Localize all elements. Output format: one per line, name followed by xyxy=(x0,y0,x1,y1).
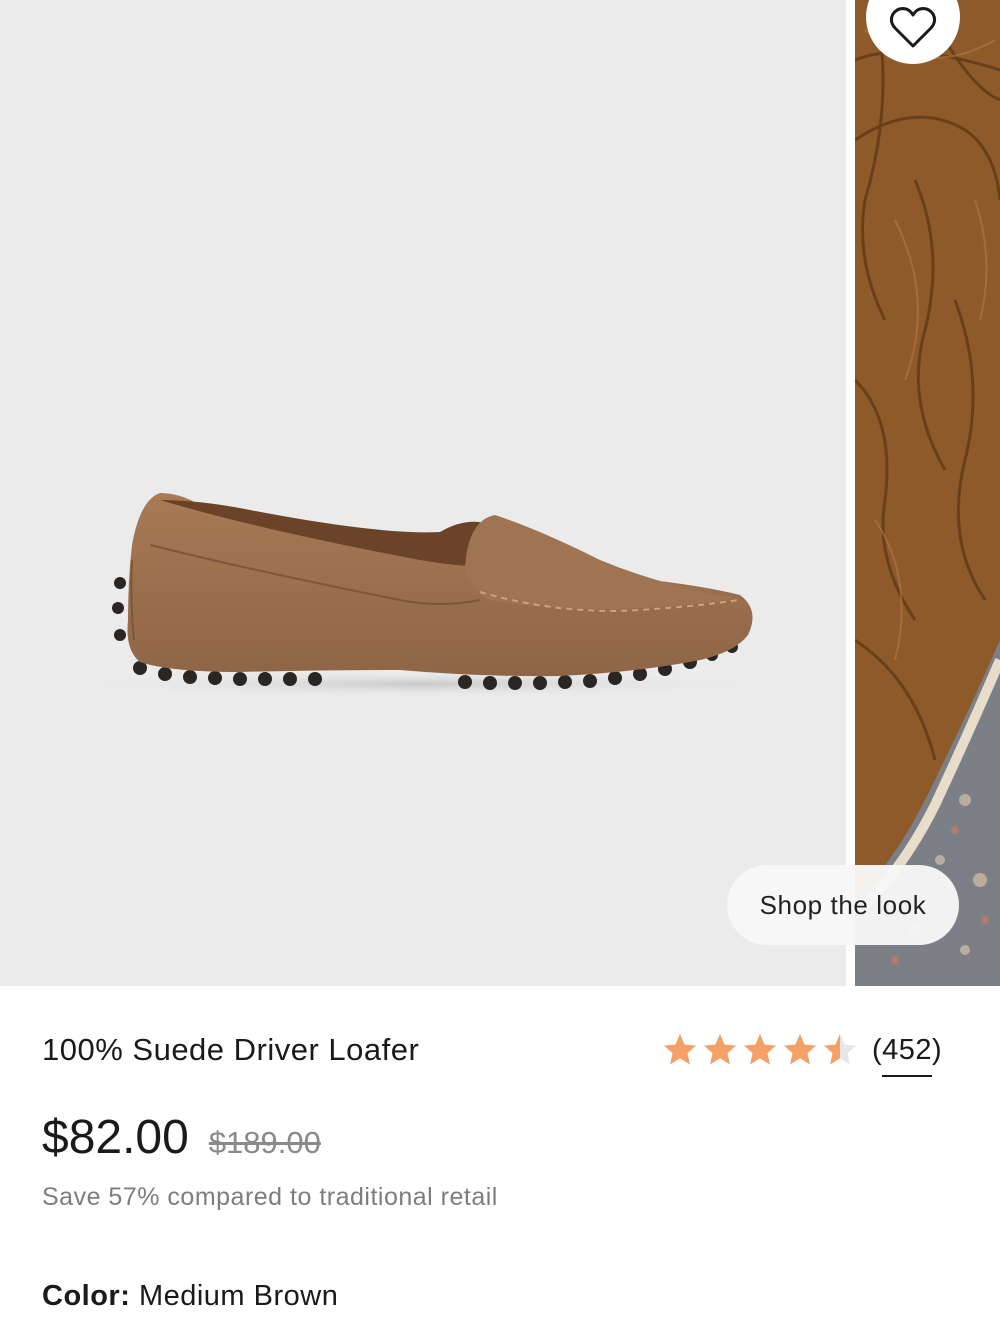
product-image-main[interactable] xyxy=(0,0,846,986)
product-image-gallery[interactable]: Shop the look xyxy=(0,0,1000,986)
shop-the-look-button[interactable]: Shop the look xyxy=(727,865,959,945)
heart-icon xyxy=(889,7,937,48)
rating-stars xyxy=(662,1032,858,1068)
sale-price: $82.00 xyxy=(42,1111,189,1164)
wood-floor-image xyxy=(855,0,1000,986)
review-count-link[interactable]: (452) xyxy=(872,1034,942,1077)
color-selection-label: Color: Medium Brown xyxy=(42,1280,338,1313)
star-icon xyxy=(784,1034,816,1065)
product-rating[interactable]: (452) xyxy=(662,1032,942,1077)
loafer-image xyxy=(60,493,780,698)
savings-note: Save 57% compared to traditional retail xyxy=(42,1183,498,1211)
product-title: 100% Suede Driver Loafer xyxy=(42,1032,420,1067)
original-price: $189.00 xyxy=(208,1125,321,1160)
star-icon xyxy=(744,1034,776,1065)
star-icon xyxy=(664,1034,696,1065)
star-icon xyxy=(824,1034,856,1065)
price-row: $82.00 $189.00 xyxy=(42,1110,321,1165)
product-image-lifestyle[interactable] xyxy=(855,0,1000,986)
color-value: Medium Brown xyxy=(138,1280,339,1312)
color-label: Color: xyxy=(42,1280,131,1312)
star-icon xyxy=(704,1034,736,1065)
